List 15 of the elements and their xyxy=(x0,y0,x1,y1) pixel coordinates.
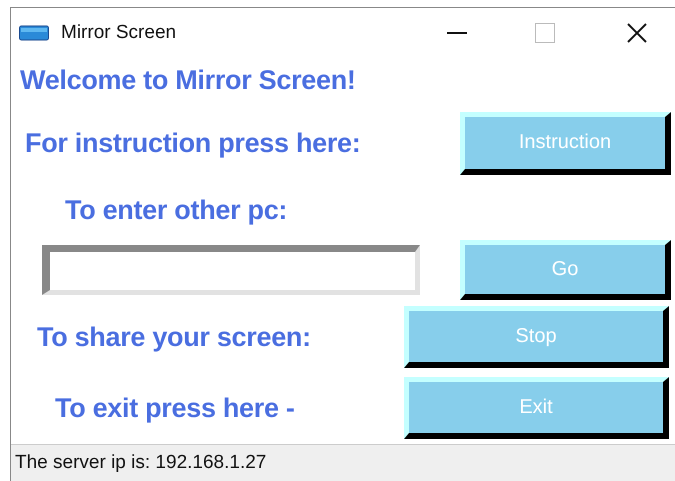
window-title: Mirror Screen xyxy=(61,22,178,44)
maximize-icon[interactable] xyxy=(535,23,555,43)
server-ip-text: The server ip is: 192.168.1.27 xyxy=(15,452,266,474)
exit-label: To exit press here - xyxy=(55,392,295,424)
go-button[interactable]: Go xyxy=(460,240,671,300)
close-icon[interactable] xyxy=(627,23,647,43)
instruction-label: For instruction press here: xyxy=(25,128,360,158)
instruction-button[interactable]: Instruction xyxy=(460,112,671,174)
exit-button[interactable]: Exit xyxy=(404,377,669,439)
app-icon xyxy=(19,25,49,41)
ip-input-field[interactable] xyxy=(42,245,420,295)
enter-pc-label: To enter other pc: xyxy=(65,195,288,226)
share-screen-label: To share your screen: xyxy=(37,322,311,352)
welcome-heading: Welcome to Mirror Screen! xyxy=(20,65,356,96)
stop-button[interactable]: Stop xyxy=(404,306,669,368)
